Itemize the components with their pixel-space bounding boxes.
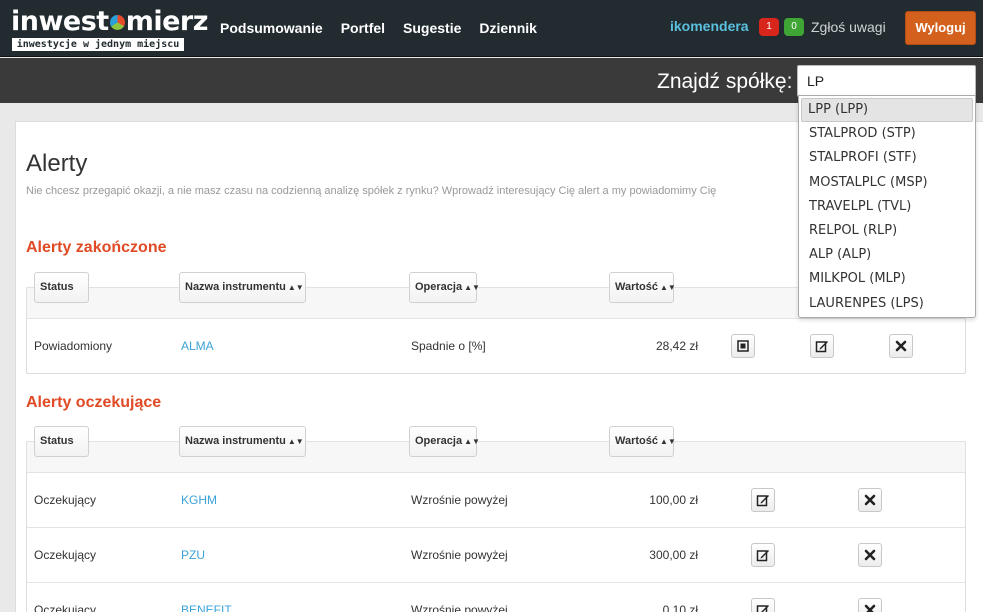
page-title: Alerty	[26, 150, 88, 177]
nav-dziennik[interactable]: Dziennik	[479, 19, 537, 37]
edit-button[interactable]	[810, 334, 834, 358]
logo-tagline: inwestycje w jednym miejscu	[12, 38, 184, 51]
col-status[interactable]: Status	[34, 272, 89, 303]
notification-badge-green[interactable]: 0	[784, 18, 804, 36]
edit-button[interactable]	[751, 598, 775, 612]
main-nav: Podsumowanie Portfel Sugestie Dziennik	[220, 19, 537, 37]
row-instrument-link[interactable]: ALMA	[181, 338, 214, 354]
sort-icon: ▲▼	[660, 283, 676, 292]
edit-button[interactable]	[751, 488, 775, 512]
col-value-sort[interactable]: Wartość ▲▼	[609, 272, 676, 303]
close-icon	[864, 604, 876, 612]
row-value: 0,10 zł	[662, 603, 698, 612]
completed-alerts-title: Alerty zakończone	[26, 239, 167, 256]
row-status: Oczekujący	[34, 548, 97, 562]
col-operation-sort[interactable]: Operacja ▲▼	[409, 426, 480, 457]
details-icon	[737, 340, 749, 352]
col-value-sort[interactable]: Wartość ▲▼	[609, 426, 676, 457]
sort-icon: ▲▼	[660, 437, 676, 446]
row-operation: Wzrośnie powyżej	[411, 603, 508, 612]
username-link[interactable]: ikomendera	[670, 17, 749, 35]
suggestion-item[interactable]: LAURENPES (LPS)	[801, 292, 973, 316]
col-status[interactable]: Status	[34, 426, 89, 457]
close-icon	[864, 549, 876, 561]
row-value: 28,42 zł	[655, 339, 698, 353]
suggestion-item[interactable]: ALP (ALP)	[801, 243, 973, 267]
edit-icon	[756, 605, 769, 612]
feedback-link[interactable]: Zgłoś uwagi	[811, 18, 886, 36]
close-icon	[864, 494, 876, 506]
suggestion-item[interactable]: STALPROFI (STF)	[801, 146, 973, 170]
row-divider	[26, 582, 966, 583]
col-instrument-sort[interactable]: Nazwa instrumentu ▲▼	[179, 272, 306, 303]
suggestion-item[interactable]: LPP (LPP)	[801, 98, 973, 123]
company-search-input[interactable]	[797, 65, 976, 97]
row-instrument-link[interactable]: BENEFIT	[181, 602, 232, 612]
suggestion-item[interactable]: MILKPOL (MLP)	[801, 267, 973, 291]
delete-button[interactable]	[858, 488, 882, 512]
logout-button[interactable]: Wyloguj	[905, 11, 976, 45]
logo-wordmark: inwest mierz	[11, 6, 208, 37]
edit-icon	[756, 495, 769, 507]
row-instrument-link[interactable]: KGHM	[181, 492, 217, 508]
nav-podsumowanie[interactable]: Podsumowanie	[220, 19, 323, 37]
delete-button[interactable]	[858, 543, 882, 567]
search-label: Znajdź spółkę:	[657, 70, 793, 93]
notification-badge-red[interactable]: 1	[759, 18, 779, 36]
edit-icon	[815, 341, 828, 353]
row-divider	[26, 527, 966, 528]
search-suggestions-dropdown: LPP (LPP) STALPROD (STP) STALPROFI (STF)…	[798, 95, 976, 318]
close-icon	[895, 340, 907, 352]
row-status: Powiadomiony	[34, 339, 113, 353]
row-divider	[26, 318, 966, 319]
row-status: Oczekujący	[34, 493, 97, 507]
page-description: Nie chcesz przegapić okazji, a nie masz …	[26, 185, 717, 197]
logo[interactable]: inwest mierz inwestycje w jednym miejscu	[11, 6, 208, 53]
logo-pie-icon	[109, 15, 125, 30]
sort-icon: ▲▼	[464, 437, 480, 446]
edit-icon	[756, 550, 769, 562]
row-operation: Wzrośnie powyżej	[411, 548, 508, 562]
row-status: Oczekujący	[34, 603, 97, 612]
sort-icon: ▲▼	[287, 437, 304, 446]
delete-button[interactable]	[858, 598, 882, 612]
suggestion-item[interactable]: MOSTALPLC (MSP)	[801, 171, 973, 195]
col-instrument-sort[interactable]: Nazwa instrumentu ▲▼	[179, 426, 306, 457]
row-operation: Wzrośnie powyżej	[411, 493, 508, 507]
suggestion-item[interactable]: STALPROD (STP)	[801, 122, 973, 146]
row-operation: Spadnie o [%]	[411, 339, 486, 353]
suggestion-item[interactable]: RELPOL (RLP)	[801, 219, 973, 243]
row-value: 300,00 zł	[649, 548, 698, 562]
nav-sugestie[interactable]: Sugestie	[403, 19, 461, 37]
row-value: 100,00 zł	[649, 493, 698, 507]
details-button[interactable]	[731, 334, 755, 358]
nav-portfel[interactable]: Portfel	[341, 19, 385, 37]
row-instrument-link[interactable]: PZU	[181, 547, 205, 563]
sort-icon: ▲▼	[287, 283, 304, 292]
row-divider	[26, 472, 966, 473]
delete-button[interactable]	[889, 334, 913, 358]
suggestion-item[interactable]: TRAVELPL (TVL)	[801, 195, 973, 219]
edit-button[interactable]	[751, 543, 775, 567]
sort-icon: ▲▼	[464, 283, 480, 292]
col-operation-sort[interactable]: Operacja ▲▼	[409, 272, 480, 303]
pending-alerts-title: Alerty oczekujące	[26, 394, 162, 411]
pending-table-header	[26, 441, 966, 472]
